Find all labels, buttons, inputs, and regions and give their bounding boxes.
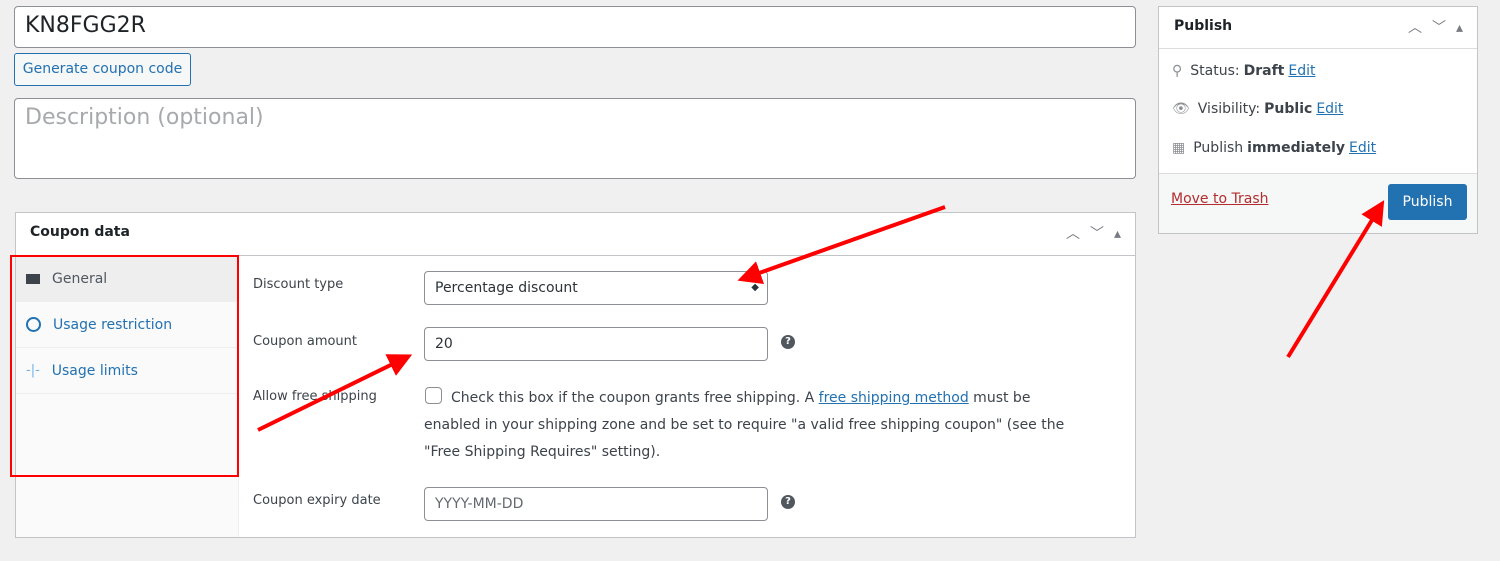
arrow-to-coupon-amount [257,354,413,432]
arrow-to-discount-type [737,205,946,284]
annotation-arrows [257,200,1385,432]
arrow-to-publish [1286,200,1385,359]
